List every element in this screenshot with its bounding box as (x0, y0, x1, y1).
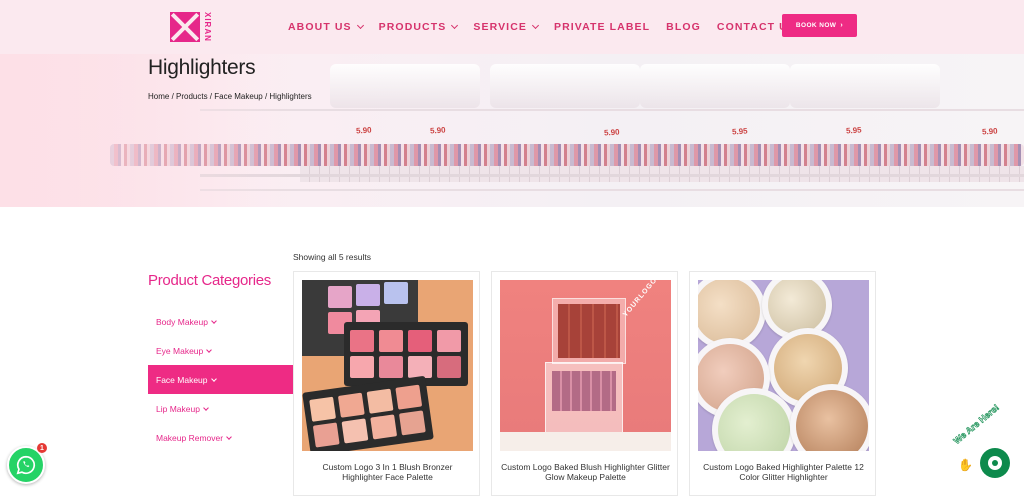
category-list: Body Makeup Eye Makeup Face Makeup Lip M… (148, 307, 293, 452)
shelf-line (200, 174, 1024, 177)
nav-label: PRODUCTS (378, 21, 447, 33)
waving-hand-icon: ✋ (958, 458, 973, 472)
category-label: Face Makeup (156, 374, 208, 385)
price-tag: 5.95 (731, 126, 748, 137)
chevron-down-icon (211, 317, 217, 324)
nav-label: BLOG (666, 21, 701, 33)
category-label: Body Makeup (156, 316, 208, 327)
category-label: Makeup Remover (156, 432, 224, 443)
category-label: Lip Makeup (156, 403, 200, 414)
chevron-down-icon (206, 346, 213, 353)
product-card[interactable]: Custom Logo 3 In 1 Blush Bronzer Highlig… (293, 271, 480, 496)
chevron-down-icon (531, 21, 540, 30)
category-body-makeup[interactable]: Body Makeup (148, 307, 293, 336)
shelf-line (200, 109, 1024, 111)
category-lip-makeup[interactable]: Lip Makeup (148, 394, 293, 423)
category-face-makeup[interactable]: Face Makeup (148, 365, 293, 394)
chevron-down-icon (210, 375, 217, 382)
chevron-down-icon (356, 21, 364, 30)
product-image[interactable] (698, 280, 869, 451)
nav-label: SERVICE (473, 21, 527, 33)
chevron-right-icon: › (840, 22, 844, 29)
categories-heading: Product Categories (148, 272, 272, 289)
product-image[interactable] (302, 280, 473, 451)
chevron-down-icon (226, 433, 232, 440)
whatsapp-icon (16, 455, 36, 475)
breadcrumb[interactable]: Home / Products / Face Makeup / Highligh… (148, 92, 312, 101)
book-now-label: BOOK NOW (795, 22, 837, 29)
nav-label: ABOUT US (288, 21, 352, 33)
palette-shape (344, 322, 468, 386)
site-header: XIRAN ABOUT US PRODUCTS SERVICE PRIVATE … (0, 0, 1024, 54)
shelf-line (200, 189, 1024, 191)
nav-label: PRIVATE LABEL (553, 21, 651, 33)
price-tag: 5.90 (355, 125, 372, 136)
logo[interactable]: XIRAN (170, 10, 216, 44)
table-surface (500, 432, 671, 451)
brand-watermark: YOURLOGO (622, 280, 659, 319)
nav-private-label[interactable]: PRIVATE LABEL (554, 21, 650, 33)
display-case (490, 64, 640, 108)
notification-badge: 1 (37, 443, 47, 453)
product-image[interactable]: YOURLOGO (500, 280, 671, 451)
logo-text: XIRAN (203, 12, 212, 42)
book-now-button[interactable]: BOOK NOW › (782, 14, 857, 37)
display-case (640, 64, 790, 108)
product-card[interactable]: YOURLOGO Custom Logo Baked Blush Highlig… (491, 271, 678, 496)
logo-x-icon (170, 12, 200, 42)
price-tag: 5.90 (981, 126, 998, 137)
chevron-down-icon (451, 21, 459, 30)
product-card[interactable]: Custom Logo Baked Highlighter Palette 12… (689, 271, 876, 496)
display-case (330, 64, 480, 108)
product-name[interactable]: Custom Logo 3 In 1 Blush Bronzer Highlig… (302, 462, 473, 482)
chat-button[interactable] (980, 448, 1010, 478)
price-tag: 5.95 (845, 125, 862, 136)
main-nav: ABOUT US PRODUCTS SERVICE PRIVATE LABEL … (288, 21, 812, 33)
nav-about-us[interactable]: ABOUT US (288, 21, 364, 33)
chat-bubble-icon (988, 456, 1002, 470)
product-name[interactable]: Custom Logo Baked Highlighter Palette 12… (698, 462, 869, 482)
results-count: Showing all 5 results (293, 252, 371, 262)
display-case (790, 64, 940, 108)
category-label: Eye Makeup (156, 345, 204, 356)
page-title: Highlighters (148, 56, 256, 79)
nav-service[interactable]: SERVICE (473, 21, 540, 33)
category-makeup-remover[interactable]: Makeup Remover (148, 423, 293, 452)
chevron-down-icon (203, 404, 209, 411)
chat-label: We Are Here! (951, 402, 1001, 446)
palette-shape (552, 298, 626, 364)
palette-shape (302, 375, 434, 451)
price-tag: 5.90 (603, 127, 620, 138)
nav-blog[interactable]: BLOG (666, 21, 701, 33)
price-tag: 5.90 (429, 125, 446, 136)
category-eye-makeup[interactable]: Eye Makeup (148, 336, 293, 365)
nav-products[interactable]: PRODUCTS (378, 21, 459, 33)
product-name[interactable]: Custom Logo Baked Blush Highlighter Glit… (500, 462, 671, 482)
